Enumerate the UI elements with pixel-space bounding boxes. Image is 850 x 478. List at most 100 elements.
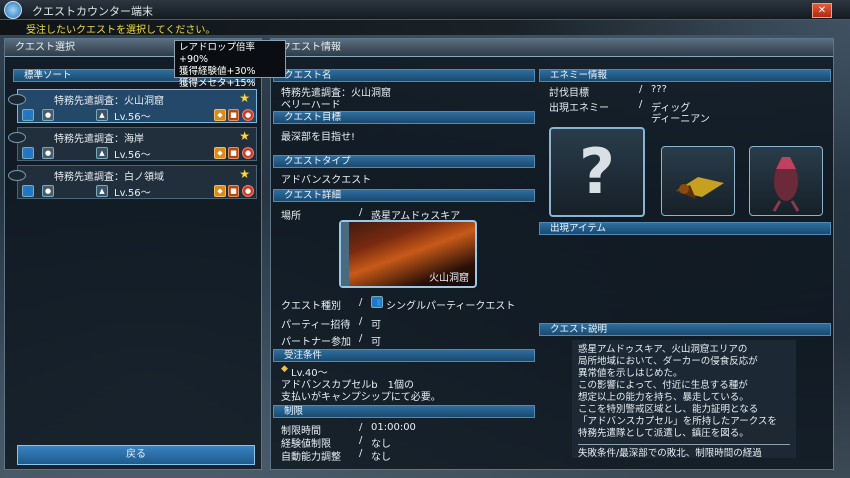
radio-icon [8,170,26,181]
instruction-bar: 受注したいクエストを選択してください。 [0,20,850,36]
star-icon: ★ [239,167,250,181]
window-title: クエストカウンター端末 [32,5,153,18]
desc-section: クエスト説明 [539,323,831,336]
tooltip-line: 獲得経験値+30% [179,66,256,77]
difficulty-value: ベリーハード [281,100,341,111]
desc-line: 惑星アムドゥスキア、火山洞窟エリアの [578,344,748,355]
bonus-tooltip: レアドロップ倍率+90% 獲得経験値+30% 獲得メセタ+15% [174,40,286,89]
quest-description: 惑星アムドゥスキア、火山洞窟エリアの 局所地域において、ダーカーの侵食反応が 異… [572,340,796,460]
level-icon: ▲ [96,185,108,197]
auto-value: なし [371,452,391,463]
auto-label: 自動能力調整 [281,452,341,463]
bonus-icon: ◆ [214,147,226,159]
fail-condition: 失敗条件/最深部での敗北、制限時間の経過 [578,444,790,460]
bonus-icon: ◆ [214,185,226,197]
quest-name-section: クエスト名 [273,69,535,82]
solo-icon: ● [42,109,54,121]
thumb-tab [341,222,349,286]
detail-section: クエスト詳細 [273,189,535,202]
conditions-section: 受注条件 [273,349,535,362]
party-icon: 👤 [22,147,34,159]
exp-icon: ■ [228,147,239,159]
quest-item-1[interactable]: 特務先遣調査：火山洞窟 ★ 👤 ● ▲ Lv.56〜 ◆ ■ ● [8,89,257,123]
items-section: 出現アイテム [539,222,831,235]
bonus-icon: ◆ [214,109,226,121]
quest-level: Lv.56〜 [114,112,151,123]
area-name: 火山洞窟 [429,273,469,284]
party-icon: 👤 [22,109,34,121]
place-label: 場所 [281,211,301,222]
desc-line: 特務先遣隊として派遣し、鎮圧を図る。 [578,428,749,439]
sep: / [359,435,363,446]
sep: / [359,333,363,344]
enemy-2: ディーニアン [651,114,710,125]
enemy-dinian-card[interactable] [749,146,823,216]
sep: / [359,316,363,327]
target-value: ??? [651,84,667,95]
kind-value: シングルパーティークエスト [386,301,516,312]
area-thumbnail: 火山洞窟 [339,220,477,288]
level-cond-icon: ◆ [281,364,288,374]
unknown-enemy-card[interactable]: ? [549,127,645,217]
close-button[interactable]: ✕ [812,3,832,18]
meseta-icon: ● [242,109,254,121]
desc-line: この影響によって、付近に生息する種が [578,380,748,391]
type-value: アドバンスクエスト [281,175,372,186]
title-bar: クエストカウンター端末 ✕ [0,0,850,20]
dinian-creature-icon [772,157,800,212]
partner-label: パートナー参加 [281,337,351,348]
level-icon: ▲ [96,109,108,121]
sep: / [359,297,363,308]
quest-name: 特務先遣調査：海岸 [54,134,144,145]
level-icon: ▲ [96,147,108,159]
star-icon: ★ [239,91,250,105]
dig-creature-icon [676,177,724,199]
sep: / [359,448,363,459]
sep: / [639,84,643,95]
target-label: 討伐目標 [549,88,589,99]
exp-icon: ■ [228,109,239,121]
quest-level: Lv.56〜 [114,188,151,199]
limit-section: 制限 [273,405,535,418]
desc-line: 異常値を示しはじめた。 [578,368,683,379]
radio-icon [8,94,26,105]
enemy-dig-card[interactable] [661,146,735,216]
desc-line: 想定以上の能力を持ち、暴走している。 [578,392,749,403]
solo-icon: ● [42,147,54,159]
tooltip-line: レアドロップ倍率+90% [179,42,256,65]
party-icon: 👤 [22,185,34,197]
desc-line: 局所地域において、ダーカーの侵食反応が [578,356,758,367]
quest-item-2[interactable]: 特務先遣調査：海岸 ★ 👤 ● ▲ Lv.56〜 ◆ ■ ● [8,127,257,161]
type-section: クエストタイプ [273,155,535,168]
goal-value: 最深部を目指せ! [281,132,356,143]
back-button[interactable]: 戻る [17,445,255,465]
radio-icon [8,132,26,143]
tooltip-line: 獲得メセタ+15% [179,78,256,89]
meseta-icon: ● [242,185,254,197]
time-limit-value: 01:00:00 [371,422,416,433]
goal-section: クエスト目標 [273,111,535,124]
sep: / [359,207,363,218]
desc-line: 「アドバンスカプセル」を所持したアークスを [578,416,777,427]
party-invite-label: パーティー招待 [281,320,351,331]
meseta-icon: ● [242,147,254,159]
sep: / [359,422,363,433]
question-mark-icon: ? [579,135,615,208]
quest-select-panel: クエスト選択 標準ソート 特務先遣調査：火山洞窟 ★ 👤 ● ▲ Lv.56〜 … [4,38,262,470]
quest-item-3[interactable]: 特務先遣調査：白ノ領域 ★ 👤 ● ▲ Lv.56〜 ◆ ■ ● [8,165,257,199]
exp-icon: ■ [228,185,239,197]
quest-name: 特務先遣調査：火山洞窟 [54,96,164,107]
enemy-section: エネミー情報 [539,69,831,82]
star-icon: ★ [239,129,250,143]
kind-label: クエスト種別 [281,301,341,312]
cond-line3: 支払いがキャンプシップにて必要。 [281,392,441,403]
appear-label: 出現エネミー [549,103,609,114]
quest-name: 特務先遣調査：白ノ領域 [54,172,164,183]
sep: / [639,99,643,110]
party-type-icon: 👥 [371,296,383,308]
quest-level: Lv.56〜 [114,150,151,161]
solo-icon: ● [42,185,54,197]
quest-info-header: クエスト情報 [271,39,833,57]
instruction-text: 受注したいクエストを選択してください。 [26,25,216,36]
terminal-logo-icon [4,1,22,19]
